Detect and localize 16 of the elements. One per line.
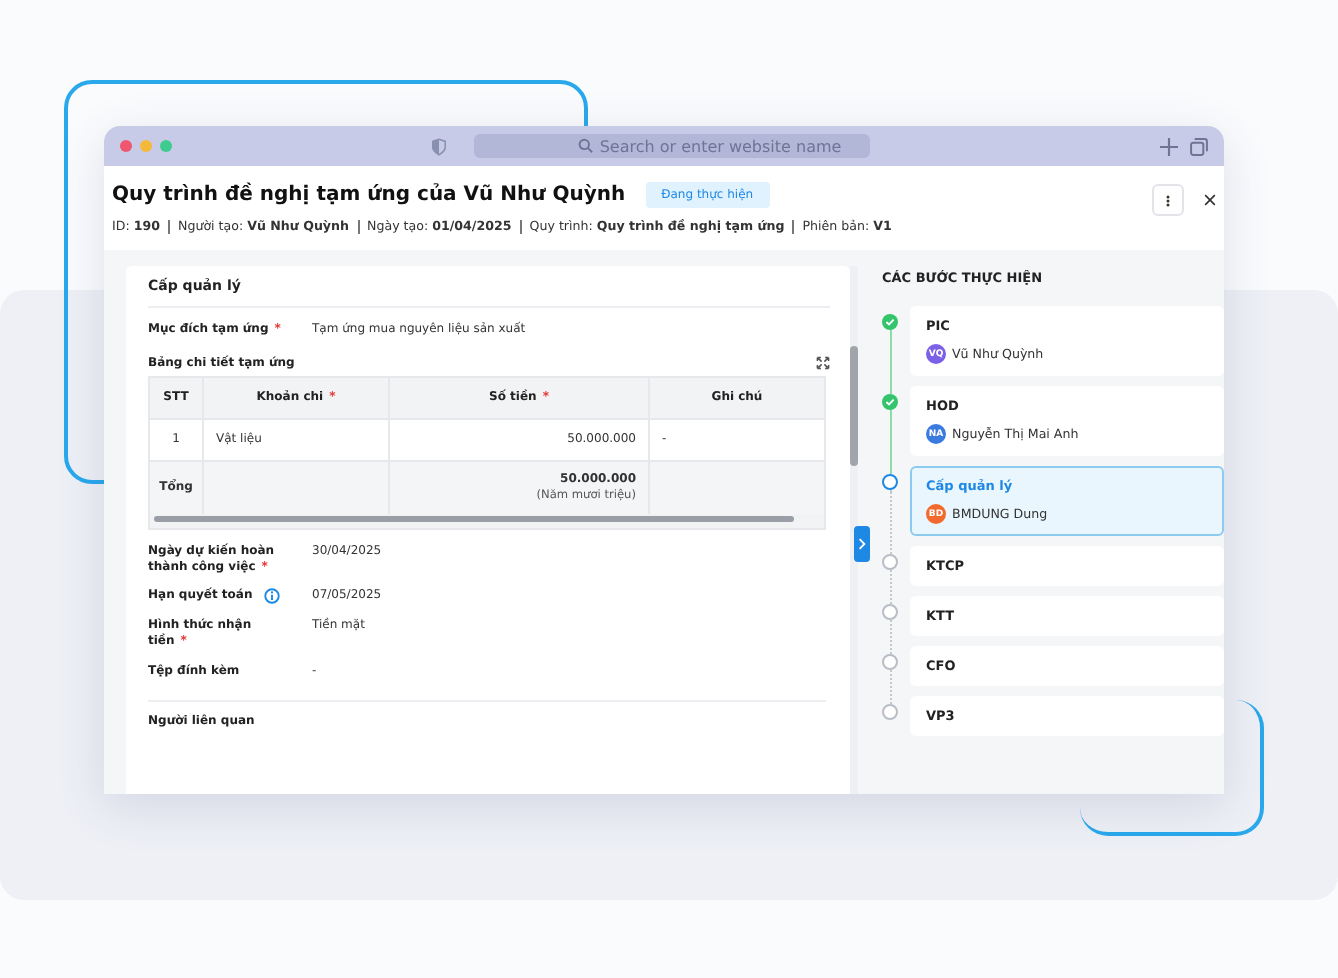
chevron-right-icon — [858, 538, 866, 550]
close-icon[interactable] — [1204, 194, 1216, 206]
address-field[interactable]: Search or enter website name — [599, 137, 854, 155]
expand-icon[interactable] — [816, 355, 830, 370]
more-button[interactable] — [1152, 184, 1184, 216]
tabs-icon[interactable] — [1190, 137, 1208, 155]
close-window-icon[interactable] — [120, 140, 132, 152]
scrollbar-thumb[interactable] — [154, 515, 794, 522]
shield-icon — [432, 137, 446, 155]
scrollbar-thumb[interactable] — [850, 346, 858, 466]
info-icon[interactable] — [264, 588, 281, 605]
page-title: Quy trình đề nghị tạm ứng của Vũ Như Quỳnh — [112, 183, 626, 205]
search-icon — [578, 138, 594, 154]
collapse-toggle-button[interactable] — [854, 526, 870, 562]
plus-icon[interactable] — [1160, 137, 1178, 155]
address-bar[interactable]: Search or enter website name — [474, 134, 870, 158]
